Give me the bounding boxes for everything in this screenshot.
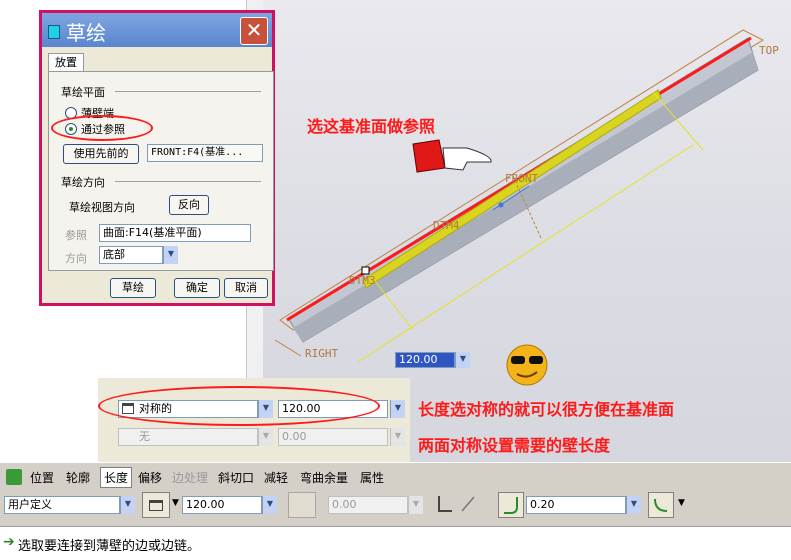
length-panel: 对称的 ▼ 120.00 ▼ 无 ▼ 0.00 ▼ <box>98 378 410 462</box>
length-value-select[interactable]: 120.00 ▼ <box>182 496 278 514</box>
view-direction-label: 草绘视图方向 <box>69 201 135 214</box>
dashboard-icon <box>6 469 22 485</box>
cool-smiley-icon <box>506 344 548 386</box>
chevron-down-icon[interactable]: ▼ <box>455 352 470 368</box>
chevron-down-icon[interactable]: ▼ <box>390 428 405 446</box>
reference-label: 参照 <box>65 229 87 242</box>
placement-panel: 草绘平面 薄壁端 通过参照 使用先前的 FRONT:F4(基准... 草绘方向 … <box>48 71 274 271</box>
status-message: 选取要连接到薄壁的边或边链。 <box>18 539 201 554</box>
cancel-button[interactable]: 取消 <box>224 278 268 298</box>
chevron-down-icon[interactable]: ▼ <box>258 428 273 446</box>
use-previous-button[interactable]: 使用先前的 <box>63 144 139 164</box>
dimension-value[interactable]: 120.00 <box>395 352 455 368</box>
thickness-side-icon[interactable] <box>438 496 452 512</box>
side2-length-select[interactable]: 0.00 ▼ <box>278 428 408 446</box>
annotation-symmetric-1: 长度选对称的就可以很方便在基准面 <box>418 400 675 419</box>
dialog-title: 草绘 <box>66 21 106 45</box>
reference-field[interactable]: 曲面:F14(基准平面) <box>99 224 251 242</box>
angle-type-button[interactable] <box>288 492 316 518</box>
symmetric-depth-icon <box>149 500 163 511</box>
radius-value-select[interactable]: 0.20 ▼ <box>526 496 642 514</box>
side2-depth-select[interactable]: 无 ▼ <box>118 428 274 446</box>
width-type-select[interactable]: 用户定义 ▼ <box>4 496 136 514</box>
arrow-right-icon: ➔ <box>3 534 15 550</box>
ok-button[interactable]: 确定 <box>174 278 220 298</box>
close-button[interactable]: ✕ <box>240 17 268 45</box>
flip-thickness-icon[interactable] <box>460 496 476 512</box>
datum-label-dtm4: DTM4 <box>433 219 460 232</box>
radius-side-button[interactable] <box>648 492 674 518</box>
flip-button[interactable]: 反向 <box>169 195 209 215</box>
inside-radius-icon <box>654 498 668 512</box>
orientation-label: 方向 <box>65 252 87 265</box>
bend-icon <box>504 497 518 514</box>
dashboard-tab-strip: 位置 轮廓 长度 偏移 边处理 斜切口 减轻 弯曲余量 属性 <box>0 462 791 491</box>
sketch-plane-field[interactable]: FRONT:F4(基准... <box>147 144 263 162</box>
datum-label-dtm3: DTM3 <box>349 274 376 287</box>
tab-offset[interactable]: 偏移 <box>138 469 162 486</box>
wall-side-face <box>293 52 758 342</box>
pointing-hand-icon <box>412 139 492 173</box>
length-value[interactable]: 120.00 <box>182 496 262 514</box>
datum-label-front: FRONT <box>505 172 539 185</box>
orientation-select[interactable]: 底部 ▼ <box>99 246 179 264</box>
chevron-down-icon[interactable]: ▼ <box>678 498 685 508</box>
divider <box>115 181 261 182</box>
tab-miter-cuts[interactable]: 斜切口 <box>218 469 254 486</box>
annotation-symmetric-2: 两面对称设置需要的壁长度 <box>418 436 611 455</box>
angle-value: 0.00 <box>328 496 408 514</box>
chevron-down-icon[interactable]: ▼ <box>262 496 277 514</box>
plane-outline-right <box>274 339 302 357</box>
chevron-down-icon[interactable]: ▼ <box>626 496 641 514</box>
length-symmetric-button[interactable] <box>142 492 170 518</box>
tab-bend-allowance[interactable]: 弯曲余量 <box>300 469 348 486</box>
tab-length[interactable]: 长度 <box>100 467 133 488</box>
status-bar: ➔ 选取要连接到薄壁的边或边链。 <box>0 526 791 560</box>
bend-radius-button[interactable] <box>498 492 524 518</box>
side2-length-value: 0.00 <box>278 428 388 446</box>
sketch-dialog: 草绘 ✕ 放置 草绘平面 薄壁端 通过参照 使用先前的 FRONT:F4(基准.… <box>39 10 275 306</box>
dialog-titlebar[interactable]: 草绘 ✕ <box>42 13 272 47</box>
datum-label-right: RIGHT <box>305 347 339 360</box>
datum-label-top: TOP <box>759 44 779 57</box>
chevron-down-icon[interactable]: ▼ <box>172 498 179 508</box>
width-type-value: 用户定义 <box>4 496 120 514</box>
annotation-select-plane: 选这基准面做参照 <box>307 117 436 136</box>
chevron-down-icon[interactable]: ▼ <box>163 246 178 264</box>
direction-section-header: 草绘方向 <box>61 176 105 189</box>
tab-profile[interactable]: 轮廓 <box>66 469 90 486</box>
sketch-button[interactable]: 草绘 <box>110 278 156 298</box>
chevron-down-icon[interactable]: ▼ <box>408 496 423 514</box>
highlight-ellipse <box>51 115 153 141</box>
dashboard-toolbar: 用户定义 ▼ ▼ 120.00 ▼ 0.00 ▼ 0.20 ▼ ▼ <box>0 490 791 522</box>
angle-value-select[interactable]: 0.00 ▼ <box>328 496 424 514</box>
tab-relief[interactable]: 减轻 <box>264 469 288 486</box>
dimension-input[interactable]: 120.00 ▼ <box>395 352 473 368</box>
tab-placement[interactable]: 放置 <box>48 53 84 72</box>
tab-placement[interactable]: 位置 <box>30 469 54 486</box>
drag-handle[interactable] <box>361 266 370 275</box>
tab-edge-treatment[interactable]: 边处理 <box>172 469 208 486</box>
tab-properties[interactable]: 属性 <box>360 469 384 486</box>
side2-depth-value: 无 <box>118 428 258 446</box>
plane-section-header: 草绘平面 <box>61 86 105 99</box>
chevron-down-icon[interactable]: ▼ <box>120 496 135 514</box>
chevron-down-icon[interactable]: ▼ <box>390 400 405 418</box>
close-icon: ✕ <box>245 18 263 42</box>
radius-value[interactable]: 0.20 <box>526 496 626 514</box>
divider <box>115 91 261 92</box>
dialog-app-icon <box>48 25 60 39</box>
highlight-ellipse <box>98 386 380 426</box>
orientation-value: 底部 <box>99 246 163 264</box>
